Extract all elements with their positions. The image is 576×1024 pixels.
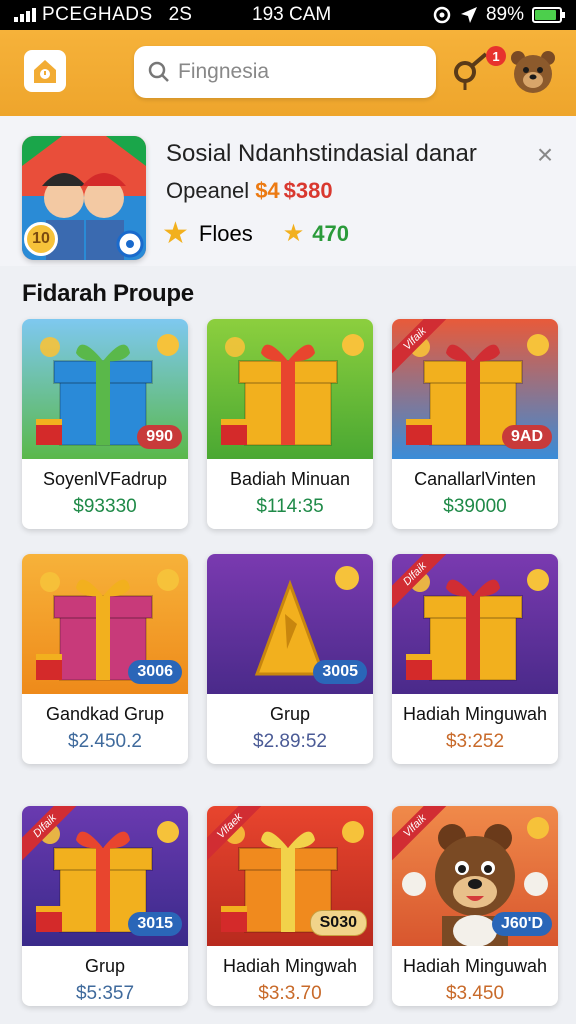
avatar[interactable] (508, 46, 558, 96)
location-icon (460, 7, 477, 23)
star-icon: ★ (162, 217, 189, 250)
product-name: Grup (84, 956, 126, 976)
product-price: $39000 (443, 496, 507, 517)
search-input[interactable] (178, 60, 408, 84)
signal-icon (14, 8, 36, 22)
product-price: $93330 (73, 496, 137, 517)
price-primary: $4 (255, 178, 280, 203)
search-icon (148, 61, 169, 82)
product-name: Grup (269, 704, 311, 724)
card-badge: S030 (309, 910, 367, 936)
gift-box-icon: 3006 (22, 554, 188, 694)
notification-badge: 1 (486, 46, 506, 66)
product-card[interactable]: 3006 Gandkad Grup $2.450.2 (22, 554, 188, 764)
price-secondary: $380 (283, 178, 333, 203)
close-icon[interactable]: × (532, 141, 558, 169)
gift-box-icon: 990 (22, 319, 188, 459)
product-price: $5:357 (75, 983, 135, 1004)
product-price: $3:3.70 (258, 983, 322, 1004)
product-card[interactable]: Vlfaik J60'D Hadiah Minguwah $3.450 (392, 806, 558, 1006)
product-card[interactable]: 990 SoyenlVFadrup $93330 (22, 319, 188, 529)
star-icon: ★ (282, 220, 305, 247)
featured-price: Opeanel $4 $380 (166, 178, 333, 204)
product-name: CanallarlVinten (414, 469, 536, 489)
product-name: Hadiah Mingwah (222, 956, 358, 976)
network-label: 2S (168, 4, 192, 25)
product-name: Hadiah Minguwah (402, 704, 548, 724)
gift-box-icon: Vlfaek S030 (207, 806, 373, 946)
product-price: $2.89:52 (253, 731, 327, 752)
bear-avatar-icon (511, 51, 555, 93)
product-name: Gandkad Grup (45, 704, 165, 724)
product-card[interactable]: 3005 Grup $2.89:52 (207, 554, 373, 764)
stats-count: 470 (312, 220, 349, 246)
product-card[interactable]: Vlfaek S030 Hadiah Mingwah $3:3.70 (207, 806, 373, 1006)
home-icon (34, 60, 56, 83)
featured-card[interactable]: 10 Sosial Ndanhstindasial danar × Opeane… (0, 116, 576, 266)
product-price: $3:252 (445, 731, 505, 752)
product-card[interactable]: Dlfaik Hadiah Minguwah $3:252 (392, 554, 558, 764)
notification-button[interactable]: 1 (452, 44, 508, 100)
card-badge: 3006 (128, 660, 182, 684)
stats-label: Floes (198, 220, 253, 246)
product-card[interactable]: Vlfaik 9AD CanallarlVinten $39000 (392, 319, 558, 529)
product-name: Badiah Minuan (229, 469, 351, 489)
bear-icon: Vlfaik J60'D (392, 806, 558, 946)
status-bar: PCEGHADS 2S 193 CAM 89% (0, 0, 576, 30)
section-title: Fidarah Proupe (22, 280, 194, 307)
card-badge: J60'D (491, 912, 552, 936)
product-price: $2.450.2 (68, 731, 142, 752)
featured-title: Sosial Ndanhstindasial danar (166, 140, 477, 167)
home-button[interactable] (24, 50, 66, 92)
gift-box-icon: Dlfaik (392, 554, 558, 694)
level-badge: 10 (24, 222, 58, 256)
featured-image[interactable]: 10 (22, 136, 146, 260)
price-label: Opeanel (166, 178, 250, 203)
product-name: Hadiah Minguwah (402, 956, 548, 976)
carrier-label: PCEGHADS (42, 4, 153, 25)
battery-icon (532, 7, 565, 23)
gift-box-icon (207, 319, 373, 459)
gift-box-icon: Vlfaik 9AD (392, 319, 558, 459)
product-card[interactable]: Badiah Minuan $114:35 (207, 319, 373, 529)
product-price: $3.450 (445, 983, 505, 1004)
product-name: SoyenlVFadrup (42, 469, 168, 489)
product-price: $114:35 (256, 496, 324, 517)
app-header: 1 (0, 30, 576, 116)
card-badge: 990 (137, 425, 182, 449)
gift-box-icon: 3005 (207, 554, 373, 694)
card-badge: 3005 (313, 660, 367, 684)
search-bar[interactable] (134, 46, 436, 98)
sync-icon (433, 6, 451, 24)
gift-box-icon: Dlfaik 3015 (22, 806, 188, 946)
card-badge: 3015 (128, 912, 182, 936)
card-badge: 9AD (501, 425, 552, 449)
featured-stats: ★ Floes ★ 470 (162, 216, 349, 251)
product-card[interactable]: Dlfaik 3015 Grup $5:357 (22, 806, 188, 1006)
battery-percent: 89% (485, 4, 524, 25)
clock: 193 CAM (252, 4, 332, 25)
